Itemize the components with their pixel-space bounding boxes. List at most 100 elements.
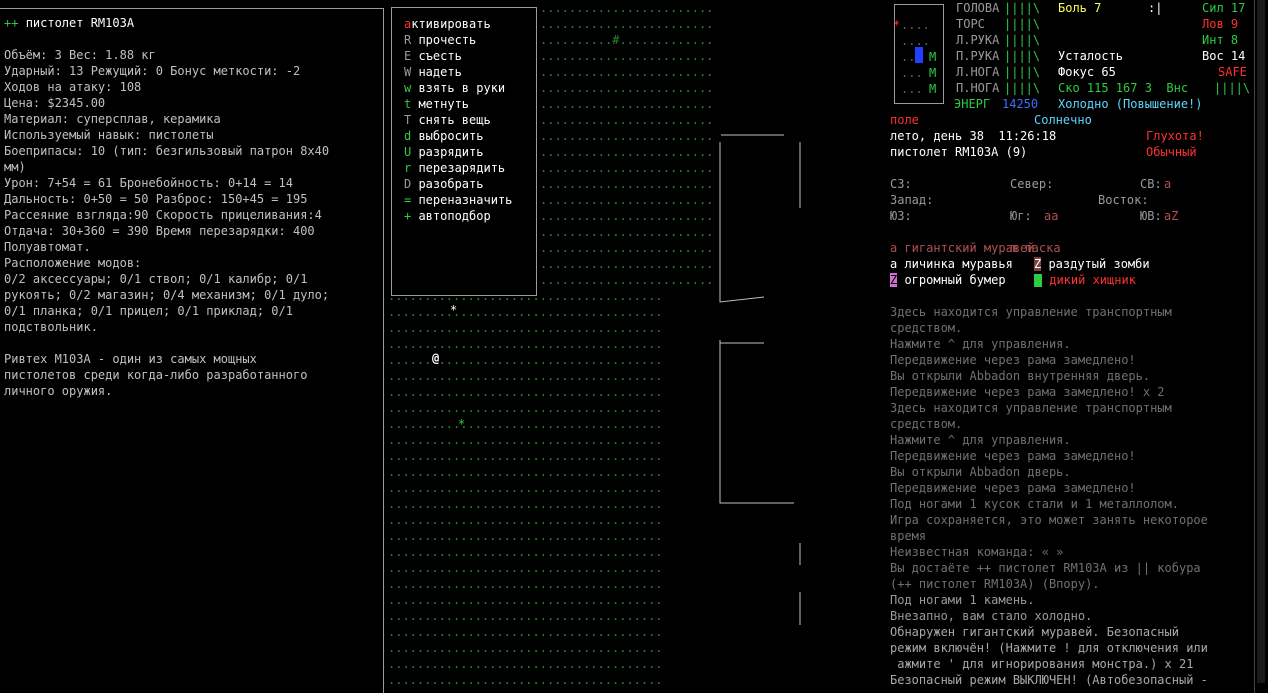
- silhouette-row: M: [929, 50, 937, 64]
- monster-name: ласка: [1017, 241, 1061, 255]
- compass-se-monsters: aZ: [1164, 209, 1179, 223]
- safe-mode-indicator[interactable]: SAFE: [1218, 64, 1247, 80]
- compass-se: ЮВ:: [1140, 209, 1162, 223]
- log-message: Здесь находится управление транспортным: [890, 305, 1172, 319]
- body-part-label: П.НОГА: [956, 81, 1000, 95]
- map-row: ......................................: [388, 577, 663, 591]
- compass-e: Восток:: [1098, 193, 1149, 207]
- item-info-line: Цена: $2345.00: [4, 96, 106, 110]
- map-row: ......................................: [388, 625, 663, 639]
- game-map[interactable]: ........................................…: [384, 0, 884, 693]
- map-row: ......................................: [388, 401, 663, 415]
- map-row: ......................................: [388, 545, 663, 559]
- item-quality-mark: ++: [4, 16, 19, 30]
- item-info-line: [4, 335, 383, 351]
- compass-s: Юг:: [1010, 209, 1032, 223]
- body-part-health-bar: ||||\: [1004, 33, 1041, 47]
- body-part-label: ГОЛОВА: [956, 1, 1000, 15]
- item-info-line: Отдача: 30+360 = 390 Время перезарядки: …: [4, 224, 315, 238]
- head-marker: *: [893, 18, 901, 32]
- map-row: ......................................: [540, 273, 714, 287]
- map-row: ......................................: [388, 609, 663, 623]
- map-row: ..........#.............................…: [540, 33, 714, 47]
- mood-face: :|: [1148, 1, 1163, 15]
- log-message: Неизвестная команда: « »: [890, 545, 1064, 559]
- log-message: ажмите ' для игнорирования монстра.) x 2…: [890, 657, 1194, 671]
- monster-name: личинка муравья: [897, 257, 1013, 271]
- compass-nw: СЗ:: [890, 177, 912, 191]
- silhouette-row: ....: [901, 18, 930, 32]
- item-info-line: личного оружия.: [4, 384, 113, 398]
- monster-entry: a личинка муравья: [890, 256, 1013, 272]
- map-row: ......................................: [388, 481, 663, 495]
- stat-Лов: Лов 9: [1202, 17, 1239, 31]
- item-title: пистолет RM103A: [25, 16, 135, 30]
- compass-ne: СВ:: [1140, 177, 1162, 191]
- energy-label: ЭНЕРГ: [954, 97, 991, 111]
- log-message: средством.: [890, 417, 963, 431]
- item-info-line: Полуавтомат.: [4, 240, 91, 254]
- monster-entry: дикий хищник: [1034, 272, 1136, 288]
- log-message: Внезапно, вам стало холодно.: [890, 609, 1093, 623]
- stat-Сил: Сил 17: [1202, 1, 1246, 15]
- map-row: ......................................: [388, 433, 663, 447]
- map-row: ........................................…: [540, 49, 714, 63]
- item-info-line: Материал: суперсплав, керамика: [4, 112, 221, 126]
- body-part-label: П.РУКА: [956, 49, 1000, 63]
- map-row: ........................................: [540, 145, 714, 159]
- log-scrollbar[interactable]: [1254, 0, 1267, 693]
- body-part-label: Л.РУКА: [956, 33, 1000, 47]
- movement-mode: Обычный: [1146, 145, 1197, 159]
- map-row: ........................................…: [540, 177, 714, 191]
- map-row: ......................................: [540, 257, 714, 271]
- torso-marker: [915, 47, 923, 63]
- item-info-line: 0/1 планка; 0/1 прицел; 0/1 приклад; 0/1: [4, 304, 293, 318]
- item-info-line: Расположение модов:: [4, 256, 142, 270]
- map-row: ......................................: [388, 417, 663, 431]
- map-row: ........................................…: [540, 17, 714, 31]
- log-message: Нажмите ^ для управления.: [890, 433, 1071, 447]
- energy-value: 14250: [1002, 97, 1039, 111]
- log-message: средством.: [890, 321, 963, 335]
- item-info-line: Объём: 3 Вес: 1.88 кг: [4, 48, 156, 62]
- compass-n: Север:: [1010, 177, 1054, 191]
- item-info-line: 0/2 аксессуары; 0/1 ствол; 0/1 калибр; 0…: [4, 272, 308, 286]
- body-part-health-bar: ||||\: [1004, 81, 1041, 95]
- log-message: Вы достаёте ++ пистолет RM103A из || коб…: [890, 561, 1201, 575]
- monster-name: раздутый зомби: [1041, 257, 1150, 271]
- silhouette-row: M: [929, 66, 937, 80]
- map-row: ......................................: [388, 593, 663, 607]
- log-message: время: [890, 529, 927, 543]
- compass-ne-monster: a: [1164, 177, 1172, 191]
- fatigue-status: Усталость: [1058, 49, 1124, 63]
- log-message: Передвижение через рама замедлено!: [890, 353, 1136, 367]
- map-row: ......................................: [388, 529, 663, 543]
- map-item-star: *: [450, 303, 458, 317]
- map-row: ......................................: [540, 193, 714, 207]
- map-row: ......................................: [388, 449, 663, 463]
- item-info-panel: ++ пистолет RM103A Объём: 3 Вес: 1.88 кг…: [0, 8, 384, 693]
- body-part-health-bar: ||||\: [1004, 49, 1041, 63]
- pain-level: Боль 7: [1058, 1, 1102, 15]
- scrollbar-thumb[interactable]: [1257, 0, 1265, 683]
- map-row: ........................................…: [540, 1, 714, 15]
- map-row: ......................................: [388, 321, 663, 335]
- monster-symbol: [1034, 274, 1042, 287]
- map-row: ......................................: [388, 513, 663, 527]
- speed-bar: ||||\: [1214, 81, 1251, 95]
- map-row: ......................................: [388, 369, 663, 383]
- map-row: ........................................…: [540, 113, 714, 127]
- item-info-line: Ривтех M103A - один из самых мощных: [4, 352, 257, 366]
- stat-Вос: Вос 14: [1202, 49, 1246, 63]
- item-info-line: Рассеяние взгляда:90 Скорость прицеливан…: [4, 208, 322, 222]
- status-sidebar: * .... .... .. M ... M ... M ГОЛОВА ||||\…: [886, 0, 1254, 693]
- log-message: Здесь находится управление транспортным: [890, 401, 1172, 415]
- item-info-line: Урон: 7+54 = 61 Бронебойность: 0+14 = 14: [4, 176, 293, 190]
- item-info-line: Ходов на атаку: 108: [4, 80, 142, 94]
- silhouette-row: ..: [901, 50, 916, 64]
- item-info-line: Дальность: 0+50 = 50 Разброс: 150+45 = 1…: [4, 192, 308, 206]
- log-message: (++ пистолет RM103A) (Впору).: [890, 577, 1100, 591]
- body-part-label: Л.НОГА: [956, 65, 1000, 79]
- body-part-health-bar: ||||\: [1004, 17, 1041, 31]
- silhouette-row: M: [929, 82, 937, 96]
